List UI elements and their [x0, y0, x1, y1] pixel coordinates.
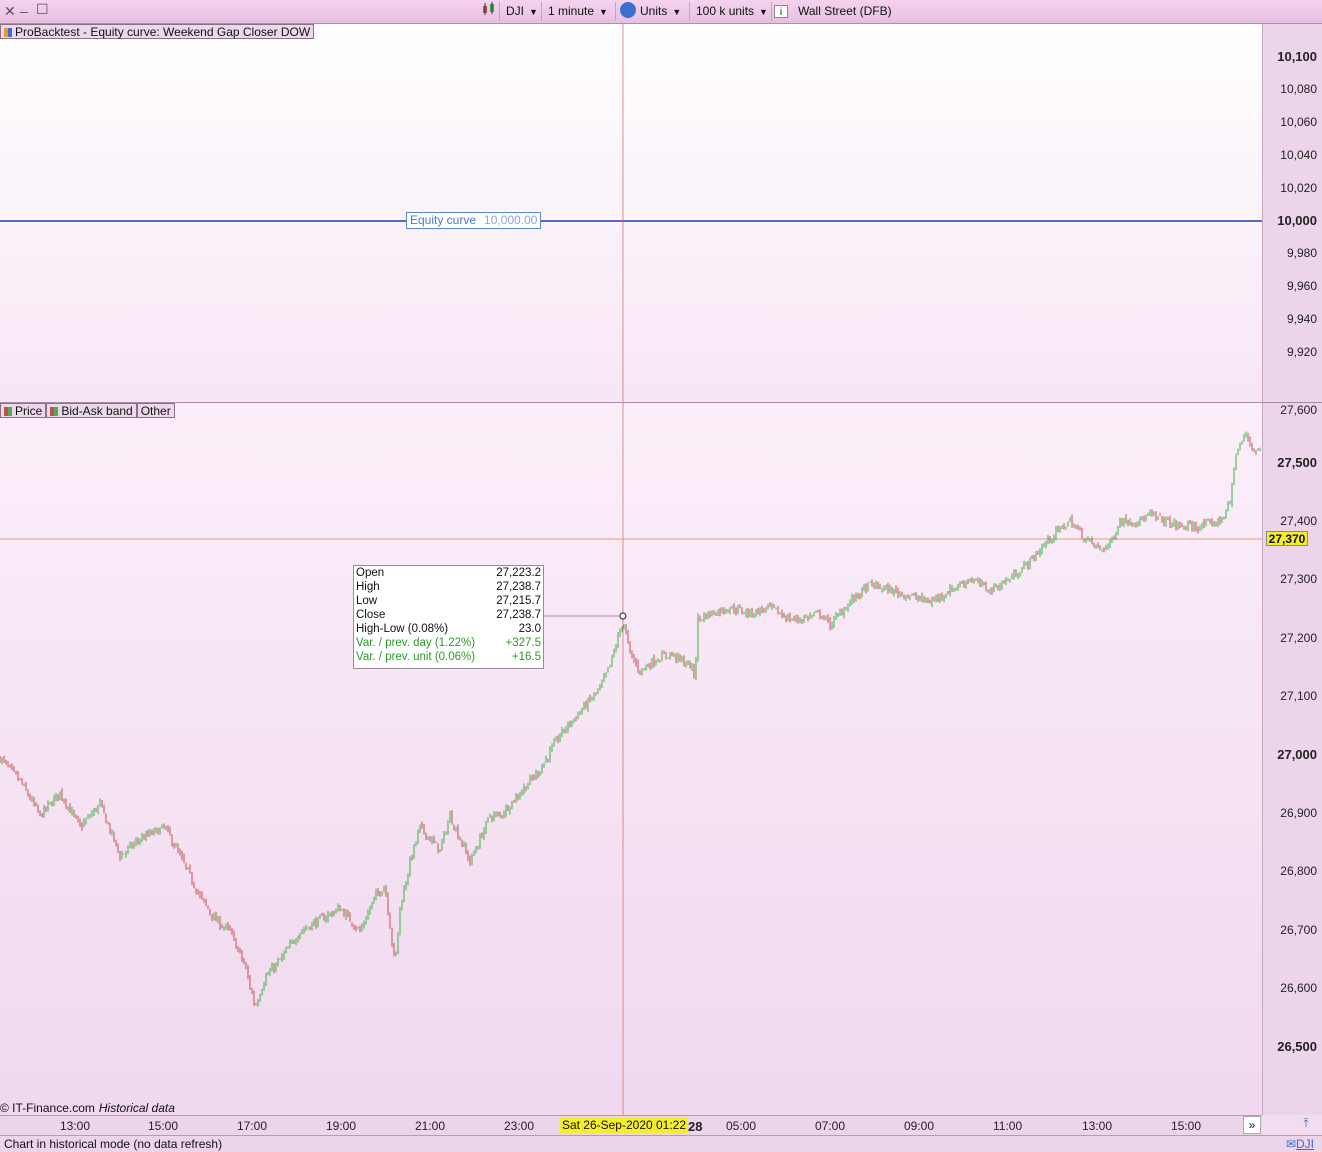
tooltip-value: +16.5: [511, 651, 541, 663]
maximize-icon[interactable]: ☐: [36, 1, 49, 18]
price-y-tick: 27,400: [1280, 514, 1317, 528]
time-tick: 21:00: [415, 1119, 446, 1133]
tooltip-label: High-Low (0.08%): [356, 623, 449, 635]
time-tick: 19:00: [326, 1119, 357, 1133]
time-tick: 05:00: [726, 1119, 757, 1133]
info-icon[interactable]: i: [774, 5, 788, 18]
ohlc-tooltip: Open 27,223.2 High 27,238.7 Low 27,215.7 Close…: [353, 565, 544, 669]
price-y-tick: 26,500: [1277, 1039, 1317, 1054]
price-panel[interactable]: Price Bid-Ask band Other: [0, 403, 1262, 1115]
alert-icon[interactable]: ✉: [1286, 1136, 1296, 1152]
time-tick: 28: [688, 1119, 703, 1134]
clock-icon: [620, 2, 636, 18]
price-y-tick: 27,100: [1280, 689, 1317, 703]
time-tick: 09:00: [904, 1119, 935, 1133]
tooltip-row: Close 27,238.7: [354, 608, 543, 622]
price-chart: [0, 403, 1262, 1115]
equity-y-tick: 10,000: [1277, 213, 1317, 228]
size-select[interactable]: 100 k units ▼: [690, 2, 772, 21]
symbol-link[interactable]: DJI: [1296, 1136, 1314, 1152]
tooltip-label: Close: [356, 609, 386, 621]
tab-price[interactable]: Price: [0, 403, 47, 418]
tooltip-label: Var. / prev. unit (0.06%): [356, 651, 476, 663]
tooltip-row: Var. / prev. day (1.22%) +327.5: [354, 636, 543, 650]
data-credit: © IT-Finance.com Historical data: [0, 1101, 175, 1115]
units-select[interactable]: Units ▼: [616, 2, 690, 21]
equity-y-tick: 9,940: [1286, 312, 1317, 326]
tooltip-value: 23.0: [518, 623, 541, 635]
cursor-date-tag: Sat 26-Sep-2020 01:22: [560, 1118, 688, 1133]
symbol-select[interactable]: DJI ▼: [500, 2, 542, 21]
time-tick: 15:00: [1171, 1119, 1202, 1133]
price-y-tick: 26,800: [1280, 864, 1317, 878]
tooltip-value: 27,238.7: [496, 581, 541, 593]
tab-bid-ask-band[interactable]: Bid-Ask band: [46, 403, 137, 418]
tooltip-label: Open: [356, 567, 385, 579]
tooltip-row: Var. / prev. unit (0.06%) +16.5: [354, 650, 543, 664]
equity-y-tick: 9,960: [1286, 279, 1317, 293]
equity-chart: [0, 24, 1262, 402]
equity-panel-label[interactable]: ProBacktest - Equity curve: Weekend Gap …: [0, 24, 315, 39]
tooltip-label: Low: [356, 595, 378, 607]
tooltip-value: 27,223.2: [496, 567, 541, 579]
equity-y-tick: 10,100: [1277, 49, 1317, 64]
tooltip-label: High: [356, 581, 380, 593]
equity-y-tick: 10,060: [1280, 115, 1317, 129]
tooltip-row: Low 27,215.7: [354, 594, 543, 608]
close-icon[interactable]: ✕: [4, 3, 16, 20]
tooltip-value: 27,215.7: [496, 595, 541, 607]
equity-y-tick: 10,040: [1280, 148, 1317, 162]
price-y-tick: 26,600: [1280, 981, 1317, 995]
time-tick: 13:00: [1082, 1119, 1113, 1133]
equity-swatch-icon: [4, 28, 12, 37]
price-y-tick: 27,300: [1280, 572, 1317, 586]
time-tick: 23:00: [504, 1119, 535, 1133]
equity-panel[interactable]: ProBacktest - Equity curve: Weekend Gap …: [0, 24, 1262, 402]
equity-y-tick: 10,080: [1280, 82, 1317, 96]
price-y-tick: 27,600: [1280, 403, 1317, 417]
price-y-tick: 27,500: [1277, 455, 1317, 470]
scroll-right-button[interactable]: »: [1243, 1116, 1261, 1134]
candlestick-icon[interactable]: [478, 2, 500, 21]
equity-y-axis[interactable]: 10,100 10,080 10,060 10,040 10,020 10,000 9,98…: [1262, 24, 1322, 402]
tooltip-value: 27,238.7: [496, 609, 541, 621]
price-y-tick: 27,000: [1277, 747, 1317, 762]
tooltip-row: Open 27,223.2: [354, 566, 543, 580]
time-tick: 07:00: [815, 1119, 846, 1133]
equity-y-tick: 10,020: [1280, 181, 1317, 195]
price-y-tick: 26,900: [1280, 806, 1317, 820]
tab-other[interactable]: Other: [136, 403, 175, 418]
current-price-tag: 27,370: [1266, 531, 1308, 546]
tooltip-label: Var. / prev. day (1.22%): [356, 637, 476, 649]
price-y-axis[interactable]: 27,600 27,500 27,400 27,300 27,200 27,100 27,0…: [1262, 403, 1322, 1115]
price-y-tick: 27,200: [1280, 631, 1317, 645]
time-tick: 15:00: [148, 1119, 179, 1133]
tooltip-value: +327.5: [505, 637, 542, 649]
price-panel-tabs: Price Bid-Ask band Other: [0, 403, 175, 418]
equity-curve-label: Equity curve 10,000.00: [406, 212, 542, 229]
price-y-tick: 26,700: [1280, 923, 1317, 937]
time-tick: 17:00: [237, 1119, 268, 1133]
status-text: Chart in historical mode (no data refres…: [4, 1137, 223, 1151]
tooltip-row: High-Low (0.08%) 23.0: [354, 622, 543, 636]
timeframe-select[interactable]: 1 minute ▼: [542, 2, 616, 21]
price-swatch-icon: [4, 407, 12, 416]
time-tick: 11:00: [993, 1119, 1023, 1133]
scroll-up-icon[interactable]: ⤒: [1296, 1116, 1316, 1134]
status-bar: Chart in historical mode (no data refres…: [0, 1135, 1322, 1152]
minimize-icon[interactable]: ‒: [20, 3, 28, 19]
equity-y-tick: 9,920: [1286, 345, 1317, 359]
instrument-name: Wall Street (DFB): [798, 4, 892, 18]
price-candles: [0, 431, 1261, 1007]
equity-y-tick: 9,980: [1286, 246, 1317, 260]
cursor-marker: [619, 612, 627, 620]
tooltip-row: High 27,238.7: [354, 580, 543, 594]
time-tick: 13:00: [60, 1119, 91, 1133]
toolbar: ✕ ‒ ☐ DJI ▼ 1 minute ▼ Units ▼ 100 k units ▼…: [0, 0, 1322, 24]
bid-ask-swatch-icon: [50, 407, 59, 416]
